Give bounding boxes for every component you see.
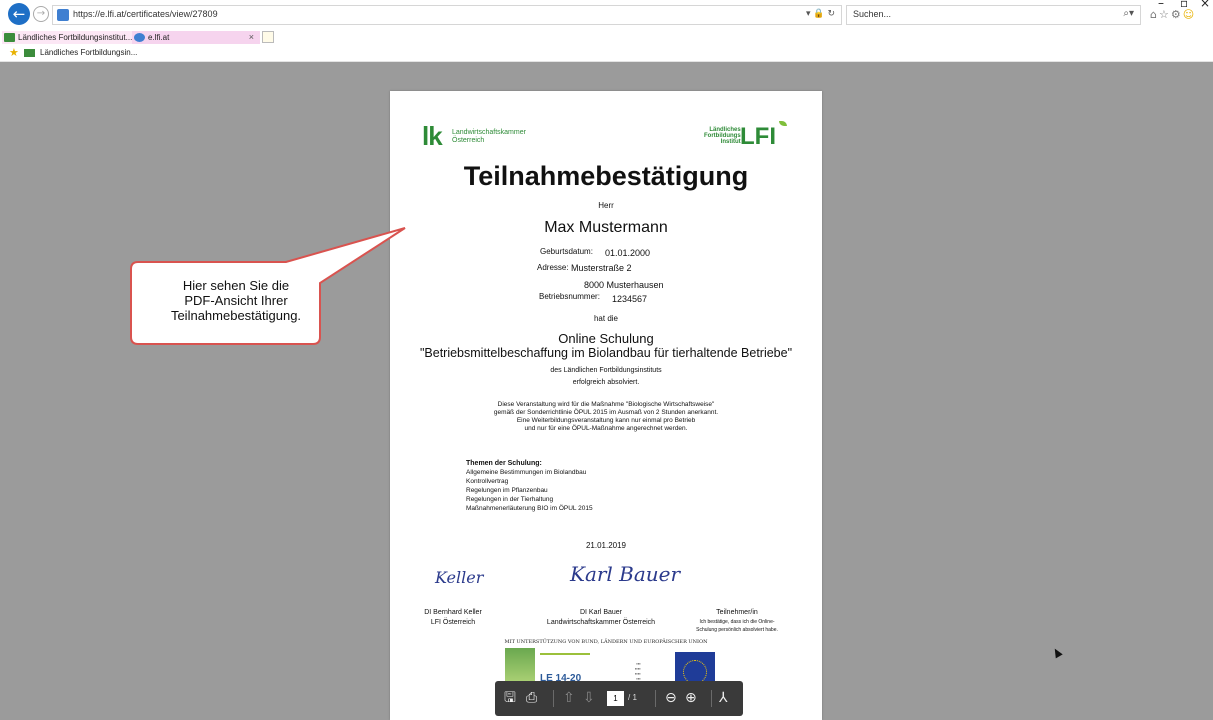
acrobat-icon[interactable]: ⅄ — [719, 689, 728, 707]
page-number-input[interactable]: 1 — [607, 691, 624, 706]
page-up-icon[interactable]: ⇧ — [563, 689, 575, 707]
toolbar-divider — [711, 690, 712, 707]
callout-line: PDF-Ansicht Ihrer — [184, 293, 288, 308]
toolbar-divider — [553, 690, 554, 707]
page-down-icon[interactable]: ⇩ — [583, 689, 595, 707]
toolbar-divider — [655, 690, 656, 707]
zoom-out-icon[interactable]: ⊖ — [665, 689, 677, 707]
callout-line: Teilnahmebestätigung. — [170, 308, 302, 323]
callout-text: Hier sehen Sie die PDF-Ansicht Ihrer Tei… — [138, 278, 334, 323]
page-total: / 1 — [628, 693, 637, 702]
save-icon[interactable]: 🖫 — [504, 689, 516, 707]
zoom-in-icon[interactable]: ⊕ — [685, 689, 697, 707]
callout-bubble — [130, 227, 406, 345]
pdf-toolbar: 🖫 ⎙ ⇧ ⇩ 1 / 1 ⊖ ⊕ ⅄ — [495, 681, 743, 716]
print-icon[interactable]: ⎙ — [526, 689, 537, 707]
callout-line: Hier sehen Sie die — [182, 278, 290, 293]
